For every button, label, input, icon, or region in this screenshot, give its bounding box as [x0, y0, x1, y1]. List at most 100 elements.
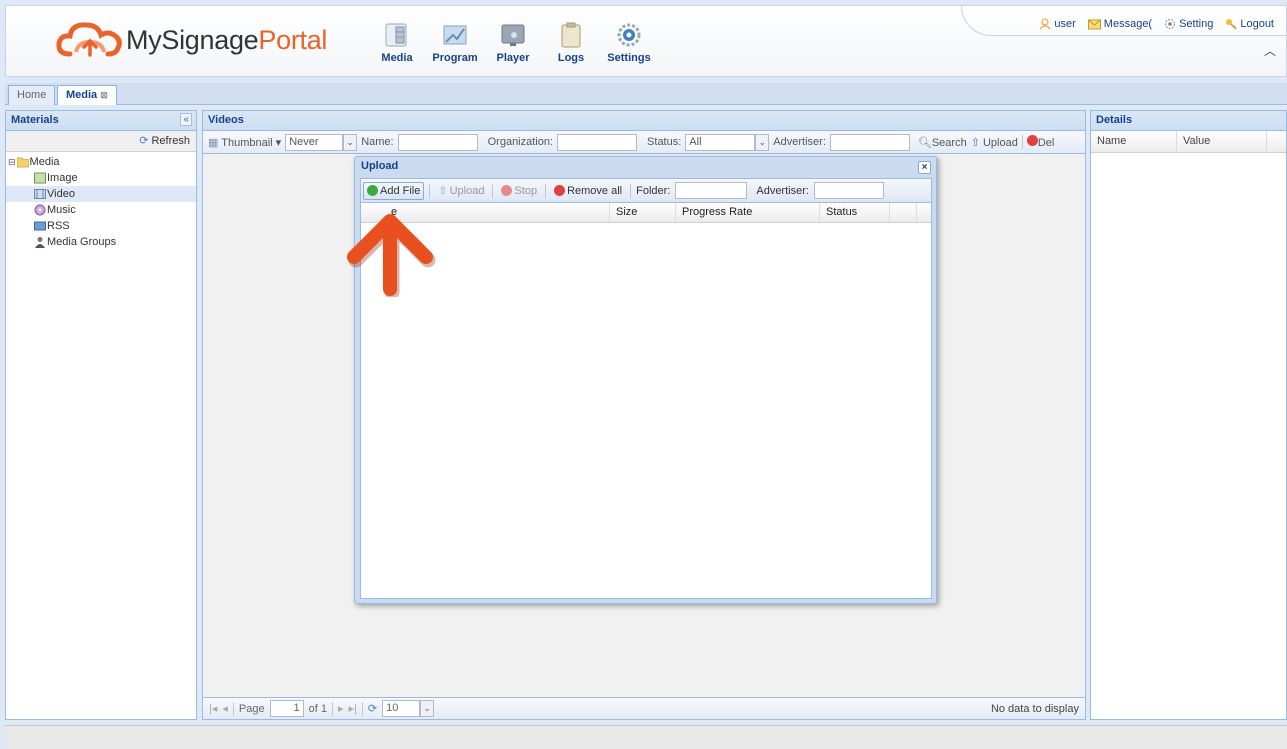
logout-link[interactable]: Logout [1225, 18, 1274, 30]
tree-item-media[interactable]: ⊟ Media [6, 154, 196, 170]
add-file-label: Add File [380, 184, 421, 197]
tree-item-image[interactable]: Image [6, 170, 196, 186]
page-input[interactable]: 1 [269, 700, 304, 717]
upload-start-button[interactable]: ⇧ Upload [435, 182, 487, 199]
name-input[interactable] [397, 133, 478, 151]
page-size-select[interactable]: 10 ⌄ [382, 700, 435, 717]
folder-input[interactable] [675, 182, 748, 199]
nav-media-label: Media [381, 52, 413, 64]
refresh-button[interactable]: ⟳ Refresh [6, 131, 196, 152]
tree-item-music[interactable]: Music [6, 202, 196, 218]
videos-title: Videos [203, 111, 1085, 131]
paging-separator [232, 701, 234, 716]
advertiser-input[interactable] [813, 182, 884, 199]
paging-separator [361, 701, 363, 716]
advertiser-input[interactable] [829, 133, 910, 151]
details-col-value[interactable]: Value [1177, 131, 1267, 152]
nav-player[interactable]: Player [484, 21, 542, 64]
tab-home-label: Home [17, 89, 47, 101]
status-select-value: All [685, 133, 756, 151]
logout-label: Logout [1240, 18, 1274, 30]
toolbar-separator [545, 183, 547, 198]
thumbnail-icon: ▦ [208, 136, 219, 149]
details-grid-header: Name Value [1091, 131, 1286, 153]
col-progress-rate[interactable]: Progress Rate [676, 203, 820, 222]
arrow-up-icon [347, 214, 436, 297]
tab-bar: Home Media ⊠ [5, 83, 1287, 105]
folder-label: Folder: [636, 184, 671, 197]
toolbar-separator [492, 183, 494, 198]
toolbar-separator [630, 183, 632, 198]
materials-panel: Materials « ⟳ Refresh ⊟ Media Image Video … [5, 110, 197, 720]
thumbnail-view-button[interactable]: ▦ Thumbnail ▾ [208, 136, 281, 149]
chevron-down-icon[interactable]: ⌄ [420, 700, 435, 717]
col-status[interactable]: Status [820, 203, 890, 222]
tab-media-label: Media [66, 89, 98, 101]
col-size[interactable]: Size [610, 203, 676, 222]
nav-logs[interactable]: Logs [542, 21, 600, 64]
media-groups-icon [35, 237, 45, 248]
collapse-left-icon[interactable]: « [180, 113, 192, 126]
close-icon[interactable]: × [918, 161, 931, 174]
user-icon [1040, 18, 1051, 30]
stop-button[interactable]: Stop [498, 183, 540, 199]
message-link[interactable]: Message( [1087, 18, 1152, 30]
main-nav: Media Program Player Logs Settings [368, 21, 658, 64]
add-file-button[interactable]: Add File [363, 181, 425, 200]
details-title: Details [1091, 111, 1286, 131]
app-header: MySignagePortal Media Program Player Log… [5, 5, 1287, 77]
upload-start-label: Upload [449, 184, 485, 197]
never-select-value: Never [285, 133, 344, 151]
music-icon [34, 204, 46, 216]
nav-settings[interactable]: Settings [600, 21, 658, 64]
tree-item-label: Video [47, 188, 75, 200]
chevron-down-icon[interactable]: ⌄ [343, 133, 358, 151]
tab-media[interactable]: Media ⊠ [57, 85, 117, 105]
organization-input[interactable] [557, 133, 638, 151]
nav-program-label: Program [432, 52, 478, 64]
search-button[interactable]: 🔍︎Search [918, 136, 967, 149]
upload-icon: ⇧ [970, 136, 980, 149]
refresh-icon: ⟳ [139, 135, 149, 147]
setting-link[interactable]: Setting [1164, 18, 1213, 30]
tab-home[interactable]: Home [8, 85, 56, 105]
first-page-icon[interactable]: |◂ [209, 702, 217, 715]
stop-label: Stop [514, 184, 538, 197]
key-icon [1226, 19, 1237, 30]
gear-icon [1165, 19, 1176, 29]
status-select[interactable]: All ⌄ [685, 133, 770, 151]
add-icon [367, 185, 378, 196]
chevron-down-icon[interactable]: ⌄ [755, 133, 770, 151]
videos-toolbar: ▦ Thumbnail ▾ Never ⌄ Name: Organization… [203, 131, 1085, 154]
tree-item-rss[interactable]: RSS [6, 218, 196, 234]
tree-item-media-groups[interactable]: Media Groups [6, 234, 196, 250]
upload-button[interactable]: ⇧ Upload [971, 136, 1018, 149]
nav-program[interactable]: Program [426, 21, 484, 64]
tree-item-video[interactable]: Video [6, 186, 196, 202]
materials-tree: ⊟ Media Image Video Music RSS Media Group… [6, 152, 196, 250]
status-label: Status: [647, 136, 682, 148]
prev-page-icon[interactable]: ◂ [222, 702, 228, 715]
delete-button[interactable]: Del [1026, 135, 1054, 149]
collapse-header-icon[interactable]: ︿ [1262, 42, 1278, 58]
details-col-name[interactable]: Name [1091, 131, 1177, 152]
user-link[interactable]: user [1039, 18, 1076, 30]
rss-icon [34, 221, 46, 231]
refresh-paging-icon[interactable]: ⟳ [368, 702, 377, 715]
nav-media[interactable]: Media [368, 21, 426, 64]
tree-collapse-icon[interactable]: ⊟ [8, 157, 16, 168]
last-page-icon[interactable]: ▸| [349, 702, 357, 715]
upload-grid-header: e Size Progress Rate Status [361, 203, 931, 223]
tree-item-label: Image [47, 172, 78, 184]
media-icon [385, 23, 407, 47]
tab-close-icon[interactable]: ⊠ [100, 90, 108, 100]
never-select[interactable]: Never ⌄ [285, 133, 358, 151]
next-page-icon[interactable]: ▸ [338, 702, 344, 715]
logo-text: MySignagePortal [126, 25, 327, 56]
page-label: Page [238, 702, 265, 715]
settings-icon [617, 23, 641, 47]
remove-all-button[interactable]: Remove all [551, 183, 625, 199]
details-title-text: Details [1096, 114, 1133, 126]
advertiser-label: Advertiser: [773, 136, 826, 148]
tree-item-label: RSS [47, 220, 70, 232]
